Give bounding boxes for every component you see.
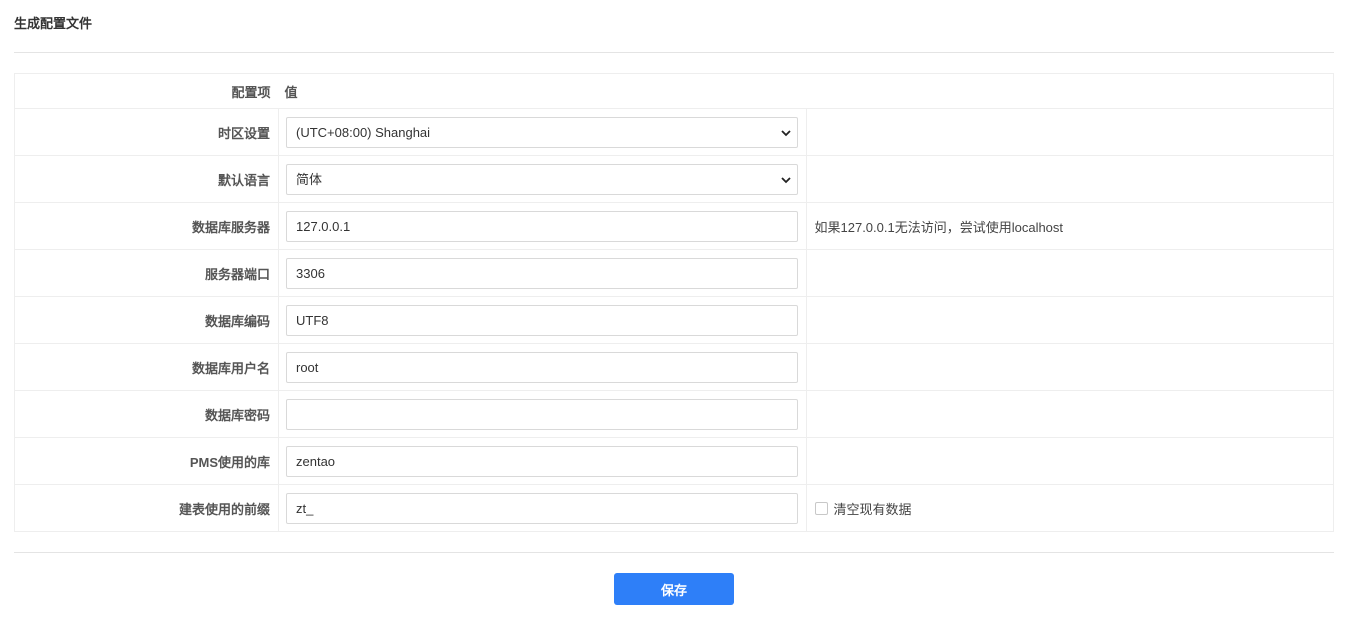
db-user-label: 数据库用户名 [14, 343, 279, 391]
top-divider [14, 52, 1334, 53]
language-label: 默认语言 [14, 155, 279, 203]
table-row-timezone: 时区设置 (UTC+08:00) Shanghai [14, 108, 1334, 156]
db-password-cell [278, 390, 807, 438]
db-port-input[interactable]: 3306 [286, 257, 798, 289]
db-port-label: 服务器端口 [14, 249, 279, 297]
db-user-cell: root [278, 343, 807, 391]
db-host-label: 数据库服务器 [14, 202, 279, 250]
bottom-divider [14, 552, 1334, 553]
language-cell: 简体 [278, 155, 807, 203]
db-encoding-input[interactable]: UTF8 [286, 304, 798, 336]
db-name-cell: zentao [278, 437, 807, 485]
db-name-input[interactable]: zentao [286, 445, 798, 477]
table-header-row: 配置项 值 [14, 73, 1334, 109]
db-port-note [805, 249, 1334, 297]
db-name-note [805, 437, 1334, 485]
language-note [805, 155, 1334, 203]
db-name-label: PMS使用的库 [14, 437, 279, 485]
table-row-db-host: 数据库服务器 127.0.0.1 如果127.0.0.1无法访问，尝试使用loc… [14, 202, 1334, 250]
language-select[interactable]: 简体 [286, 163, 798, 195]
language-selected-value: 简体 [296, 171, 323, 187]
db-password-input[interactable] [286, 398, 798, 430]
db-encoding-label: 数据库编码 [14, 296, 279, 344]
chevron-down-icon [781, 176, 791, 183]
timezone-note [805, 108, 1334, 156]
db-prefix-note: 清空现有数据 [805, 484, 1334, 532]
db-host-note: 如果127.0.0.1无法访问，尝试使用localhost [805, 202, 1334, 250]
db-host-cell: 127.0.0.1 [278, 202, 807, 250]
table-row-language: 默认语言 简体 [14, 155, 1334, 203]
table-row-db-port: 服务器端口 3306 [14, 249, 1334, 297]
chevron-down-icon [781, 129, 791, 136]
timezone-label: 时区设置 [14, 108, 279, 156]
timezone-selected-value: (UTC+08:00) Shanghai [296, 124, 431, 140]
config-table: 配置项 值 时区设置 (UTC+08:00) Shanghai 默认语言 简体 … [14, 73, 1334, 532]
table-row-db-prefix: 建表使用的前缀 zt_ 清空现有数据 [14, 484, 1334, 532]
save-button[interactable]: 保存 [614, 573, 734, 605]
clear-data-checkbox[interactable] [814, 501, 828, 515]
table-row-db-password: 数据库密码 [14, 390, 1334, 438]
db-host-input[interactable]: 127.0.0.1 [286, 210, 798, 242]
page-title: 生成配置文件 [14, 16, 93, 31]
column-header-value: 值 [278, 73, 1334, 109]
db-password-note [805, 390, 1334, 438]
timezone-select[interactable]: (UTC+08:00) Shanghai [286, 116, 798, 148]
db-user-note [805, 343, 1334, 391]
db-port-cell: 3306 [278, 249, 807, 297]
db-prefix-cell: zt_ [278, 484, 807, 532]
clear-data-checkbox-label: 清空现有数据 [833, 501, 912, 517]
clear-data-option[interactable]: 清空现有数据 [814, 499, 912, 518]
db-encoding-note [805, 296, 1334, 344]
db-prefix-label: 建表使用的前缀 [14, 484, 279, 532]
timezone-cell: (UTC+08:00) Shanghai [278, 108, 807, 156]
db-password-label: 数据库密码 [14, 390, 279, 438]
db-encoding-cell: UTF8 [278, 296, 807, 344]
table-row-db-encoding: 数据库编码 UTF8 [14, 296, 1334, 344]
db-prefix-input[interactable]: zt_ [286, 492, 798, 524]
table-row-db-name: PMS使用的库 zentao [14, 437, 1334, 485]
column-header-config-item: 配置项 [14, 73, 279, 109]
table-row-db-user: 数据库用户名 root [14, 343, 1334, 391]
db-user-input[interactable]: root [286, 351, 798, 383]
